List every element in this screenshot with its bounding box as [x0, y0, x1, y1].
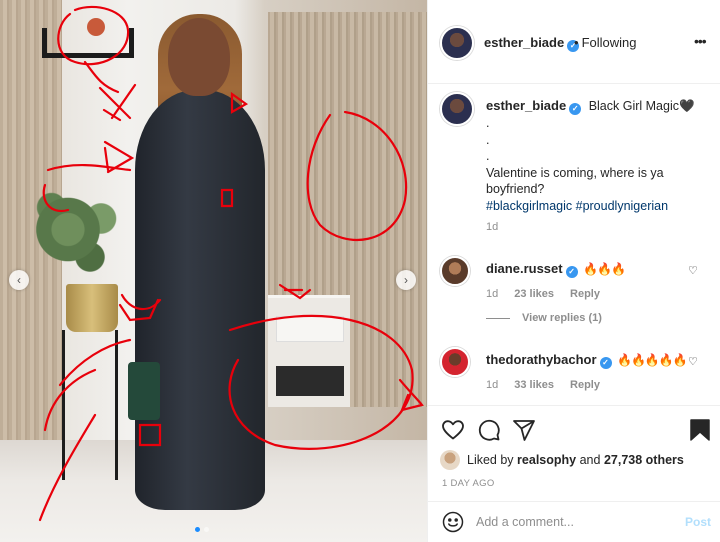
- liked-by-others[interactable]: 27,738 others: [604, 453, 684, 467]
- add-comment-bar: Post: [428, 501, 720, 541]
- comment-meta: 1d 23 likes Reply: [486, 288, 600, 300]
- commenter-avatar[interactable]: [440, 256, 470, 286]
- like-heart-icon[interactable]: [441, 418, 465, 442]
- replies-line: [486, 317, 510, 319]
- caption-age: 1d: [486, 221, 499, 233]
- verified-badge-icon: ✓: [569, 103, 582, 115]
- follow-status-label[interactable]: Following: [582, 35, 637, 50]
- post-sidebar: esther_biade ✓ • Following ••• esther_biad…: [427, 0, 720, 542]
- post-timestamp[interactable]: 1 DAY AGO: [442, 478, 495, 489]
- commenter-username[interactable]: diane.russet ✓: [486, 261, 578, 278]
- commenter-username[interactable]: thedorathybachor ✓: [486, 352, 612, 369]
- carousel-prev-button[interactable]: ‹: [9, 270, 29, 290]
- caption-body: Valentine is coming, where is ya boyfrie…: [486, 165, 664, 197]
- reply-button[interactable]: Reply: [570, 288, 600, 300]
- follow-status[interactable]: • Following: [574, 35, 636, 50]
- caption-author-name[interactable]: esther_biade: [486, 98, 566, 113]
- comment-text: thedorathybachor ✓ 🔥🔥🔥🔥🔥: [486, 352, 688, 369]
- verified-badge-icon: ✓: [599, 357, 612, 369]
- save-bookmark-icon[interactable]: [688, 418, 712, 442]
- carousel-dot: [195, 527, 200, 532]
- author-avatar[interactable]: [440, 26, 474, 60]
- commenter-name[interactable]: thedorathybachor: [486, 352, 597, 367]
- post-header: esther_biade ✓ • Following •••: [428, 0, 720, 84]
- comment-age: 1d: [486, 288, 499, 300]
- liked-by-connector: and: [579, 453, 601, 467]
- commenter-name[interactable]: diane.russet: [486, 261, 563, 276]
- carousel-dots: [195, 527, 209, 532]
- author-username-header[interactable]: esther_biade ✓: [484, 35, 580, 52]
- liked-by-prefix: Liked by: [467, 453, 514, 467]
- comment-input[interactable]: [476, 510, 676, 534]
- share-send-icon[interactable]: [512, 418, 536, 442]
- comment-text: diane.russet ✓ 🔥🔥🔥: [486, 261, 626, 278]
- emoji-smiley-icon[interactable]: [442, 511, 464, 533]
- caption-title: Black Girl Magic: [588, 99, 679, 113]
- liked-by-line: Liked by realsophy and 27,738 others: [440, 450, 684, 470]
- black-heart-emoji: 🖤: [678, 99, 695, 113]
- view-replies-label[interactable]: View replies (1): [522, 312, 602, 324]
- red-annotation-scribbles: [38, 5, 424, 522]
- fire-emojis: 🔥🔥🔥: [583, 262, 626, 276]
- caption-hashtags[interactable]: #blackgirlmagic #proudlynigerian: [486, 198, 711, 215]
- reply-button[interactable]: Reply: [570, 379, 600, 391]
- post-actions: Liked by realsophy and 27,738 others 1 D…: [428, 405, 720, 540]
- comment-meta: 1d 33 likes Reply: [486, 379, 600, 391]
- comment-likes[interactable]: 23 likes: [514, 288, 554, 300]
- verified-badge-icon: ✓: [565, 266, 578, 278]
- author-username-text[interactable]: esther_biade: [484, 35, 564, 50]
- liker-avatar[interactable]: [440, 450, 460, 470]
- view-replies-button[interactable]: View replies (1): [486, 312, 602, 324]
- post-photo[interactable]: ‹ ›: [0, 0, 427, 542]
- carousel-dot: [204, 527, 209, 532]
- caption-dot-line: .: [486, 116, 490, 130]
- fire-emojis: 🔥🔥🔥🔥🔥: [617, 353, 688, 367]
- comment-age: 1d: [486, 379, 499, 391]
- comment-likes[interactable]: 33 likes: [514, 379, 554, 391]
- liker-username[interactable]: realsophy: [517, 453, 576, 467]
- more-options-icon[interactable]: •••: [694, 33, 707, 49]
- caption-author-avatar[interactable]: [440, 92, 474, 126]
- caption-author-username[interactable]: esther_biade ✓: [486, 98, 582, 115]
- separator-dot: •: [574, 35, 579, 50]
- post-comment-button[interactable]: Post: [685, 515, 711, 529]
- comment-bubble-icon[interactable]: [477, 418, 501, 442]
- carousel-next-button[interactable]: ›: [396, 270, 416, 290]
- commenter-avatar[interactable]: [440, 347, 470, 377]
- caption-text: esther_biade ✓ Black Girl Magic🖤 . . . Va…: [486, 98, 711, 214]
- like-comment-heart-icon[interactable]: ♡: [688, 355, 698, 368]
- caption-dot-line: .: [486, 132, 490, 147]
- caption-dot-line: .: [486, 149, 490, 163]
- like-comment-heart-icon[interactable]: ♡: [688, 264, 698, 277]
